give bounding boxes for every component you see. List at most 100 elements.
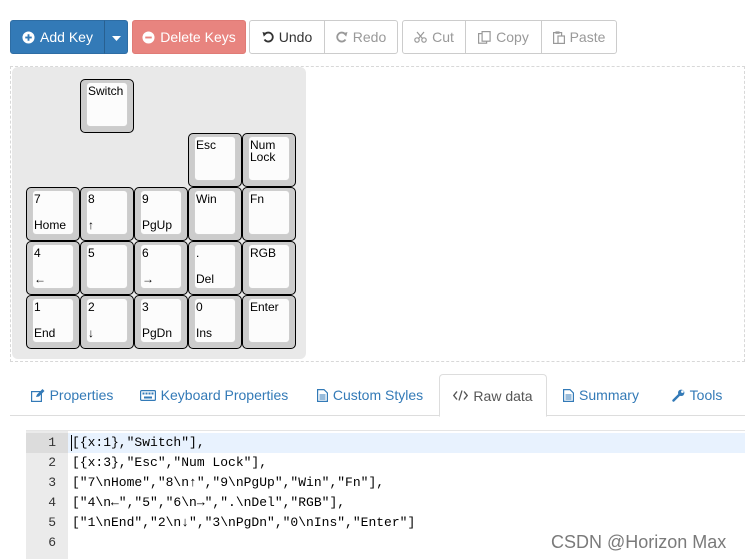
key-0-ins[interactable]: 0 Ins: [188, 295, 242, 349]
key-legend-bottom: ↑: [88, 218, 94, 232]
key-legend-bottom: →: [142, 272, 154, 286]
delete-keys-label: Delete Keys: [160, 29, 236, 45]
redo-button[interactable]: Redo: [324, 20, 398, 54]
key-legend-bottom: Ins: [196, 326, 213, 340]
key-legend-top: RGB: [250, 246, 277, 260]
code-line[interactable]: [{x:1},"Switch"],: [72, 433, 205, 453]
key-9-pgup[interactable]: 9 PgUp: [134, 187, 188, 241]
key-win[interactable]: Win: [188, 187, 242, 241]
key-legend-bottom: End: [34, 326, 56, 340]
key-legend-top: 8: [88, 192, 95, 206]
key-legend-top: Switch: [88, 84, 124, 98]
line-number: 1: [48, 435, 56, 450]
key-1-end[interactable]: 1 End: [26, 295, 80, 349]
code-line[interactable]: ["1\nEnd","2\n↓","3\nPgDn","0\nIns","Ent…: [72, 513, 415, 533]
key-legend-top: Esc: [196, 138, 217, 152]
key-7-home[interactable]: 7 Home: [26, 187, 80, 241]
key-3-pgdn[interactable]: 3 PgDn: [134, 295, 188, 349]
key-legend-top: 7: [34, 192, 41, 206]
line-number: 2: [48, 455, 56, 470]
add-key-button[interactable]: Add Key: [10, 20, 105, 54]
delete-keys-button[interactable]: Delete Keys: [132, 20, 246, 54]
key-legend-top: 1: [34, 300, 41, 314]
text-cursor: [71, 435, 72, 451]
tab-label: Custom Styles: [332, 387, 424, 403]
tab-properties[interactable]: Properties: [18, 374, 126, 416]
key-switch[interactable]: Switch: [80, 79, 134, 133]
tab-keyboard-properties[interactable]: Keyboard Properties: [134, 374, 294, 416]
undo-button[interactable]: Undo: [249, 20, 325, 54]
key-num-lock[interactable]: Num Lock: [242, 133, 296, 187]
copy-button[interactable]: Copy: [465, 20, 542, 54]
wrench-icon: [671, 389, 685, 402]
key-legend-top: 0: [196, 300, 203, 314]
key-legend-top: .: [196, 246, 200, 260]
add-key-label: Add Key: [40, 29, 93, 45]
key-legend-bottom: Home: [34, 218, 67, 232]
add-key-dropdown-button[interactable]: [104, 20, 128, 54]
keyboard-icon: [139, 389, 156, 401]
key-enter[interactable]: Enter: [242, 295, 296, 349]
tab-label: Tools: [689, 387, 723, 403]
keyboard-layout: Switch Esc Num Lock 7 Home 8 ↑ 9 PgUp Wi…: [12, 67, 306, 359]
undo-label: Undo: [278, 29, 313, 45]
plus-circle-icon: [22, 30, 35, 44]
code-line[interactable]: ["4\n←","5","6\n→",".\nDel","RGB"],: [72, 493, 345, 513]
key-legend-bottom: PgUp: [142, 218, 173, 232]
paste-button[interactable]: Paste: [541, 20, 617, 54]
key-dot-del[interactable]: . Del: [188, 241, 242, 295]
file-list-icon: [563, 388, 575, 402]
caret-down-icon: [111, 29, 121, 45]
key-6-right[interactable]: 6 →: [134, 241, 188, 295]
redo-label: Redo: [352, 29, 387, 45]
tab-custom-styles[interactable]: Custom Styles: [308, 374, 432, 416]
file-text-icon: [316, 388, 328, 402]
key-legend-top: Enter: [250, 300, 279, 314]
key-fn[interactable]: Fn: [242, 187, 296, 241]
key-legend-top: 5: [88, 246, 95, 260]
copy-label: Copy: [496, 29, 529, 45]
key-legend-top: 2: [88, 300, 95, 314]
key-legend-bottom: PgDn: [142, 326, 173, 340]
key-legend-bottom: Del: [196, 272, 215, 286]
key-legend-top: Fn: [250, 192, 265, 206]
key-5[interactable]: 5: [80, 241, 134, 295]
key-legend-top: Win: [196, 192, 217, 206]
tab-summary[interactable]: Summary: [556, 374, 646, 416]
key-esc[interactable]: Esc: [188, 133, 242, 187]
tab-tools[interactable]: Tools: [666, 374, 728, 416]
line-number: 5: [48, 515, 56, 530]
code-line[interactable]: [{x:3},"Esc","Num Lock"],: [72, 453, 267, 473]
key-legend-top: 4: [34, 246, 41, 260]
key-legend-top: 9: [142, 192, 149, 206]
key-legend-bottom: ←: [34, 272, 46, 286]
undo-icon: [262, 31, 274, 43]
code-line[interactable]: ["7\nHome","8\n↑","9\nPgUp","Win","Fn"],: [72, 473, 384, 493]
tab-label: Summary: [579, 387, 639, 403]
keyboard-editor-area: Switch Esc Num Lock 7 Home 8 ↑ 9 PgUp Wi…: [10, 66, 745, 362]
tab-raw-data[interactable]: Raw data: [439, 374, 547, 417]
copy-icon: [478, 30, 491, 44]
cut-button[interactable]: Cut: [402, 20, 466, 54]
cut-label: Cut: [432, 29, 454, 45]
scissors-icon: [414, 31, 427, 43]
key-legend-top: 6: [142, 246, 149, 260]
tab-bar: Properties Keyboard Properties Custom St…: [10, 374, 745, 417]
tab-label: Raw data: [473, 387, 533, 404]
tab-label: Keyboard Properties: [160, 387, 289, 403]
paste-icon: [552, 30, 565, 44]
tab-label: Properties: [49, 387, 114, 403]
watermark: CSDN @Horizon Max: [551, 532, 727, 552]
line-number: 3: [48, 475, 56, 490]
key-4-left[interactable]: 4 ←: [26, 241, 80, 295]
paste-label: Paste: [569, 29, 606, 45]
key-rgb[interactable]: RGB: [242, 241, 296, 295]
line-number: 6: [48, 535, 56, 550]
key-8-up[interactable]: 8 ↑: [80, 187, 134, 241]
key-legend-top: 3: [142, 300, 149, 314]
edit-icon: [30, 388, 45, 402]
key-2-down[interactable]: 2 ↓: [80, 295, 134, 349]
line-number: 4: [48, 495, 56, 510]
key-legend-top: Num Lock: [250, 138, 276, 164]
minus-circle-icon: [142, 30, 155, 44]
